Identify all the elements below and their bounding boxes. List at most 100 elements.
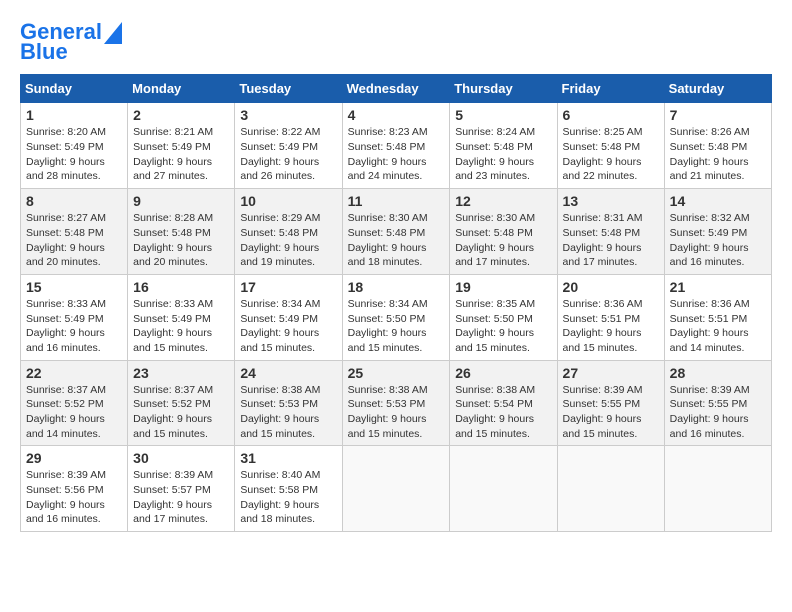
calendar-cell: 28 Sunrise: 8:39 AMSunset: 5:55 PMDayligh…: [664, 360, 771, 446]
day-info: Sunrise: 8:39 AMSunset: 5:55 PMDaylight:…: [670, 383, 766, 442]
calendar-cell: 18 Sunrise: 8:34 AMSunset: 5:50 PMDayligh…: [342, 274, 450, 360]
day-number: 15: [26, 279, 122, 295]
day-info: Sunrise: 8:33 AMSunset: 5:49 PMDaylight:…: [26, 297, 122, 356]
day-number: 21: [670, 279, 766, 295]
calendar-cell: 2 Sunrise: 8:21 AMSunset: 5:49 PMDaylight…: [128, 103, 235, 189]
calendar-cell: 26 Sunrise: 8:38 AMSunset: 5:54 PMDayligh…: [450, 360, 557, 446]
day-number: 6: [563, 107, 659, 123]
day-info: Sunrise: 8:25 AMSunset: 5:48 PMDaylight:…: [563, 125, 659, 184]
day-number: 13: [563, 193, 659, 209]
calendar-cell: 23 Sunrise: 8:37 AMSunset: 5:52 PMDayligh…: [128, 360, 235, 446]
day-info: Sunrise: 8:24 AMSunset: 5:48 PMDaylight:…: [455, 125, 551, 184]
dow-header: Thursday: [450, 75, 557, 103]
dow-header: Monday: [128, 75, 235, 103]
day-info: Sunrise: 8:40 AMSunset: 5:58 PMDaylight:…: [240, 468, 336, 527]
day-info: Sunrise: 8:34 AMSunset: 5:49 PMDaylight:…: [240, 297, 336, 356]
day-number: 25: [348, 365, 445, 381]
calendar-cell: 11 Sunrise: 8:30 AMSunset: 5:48 PMDayligh…: [342, 189, 450, 275]
day-number: 31: [240, 450, 336, 466]
day-info: Sunrise: 8:22 AMSunset: 5:49 PMDaylight:…: [240, 125, 336, 184]
day-info: Sunrise: 8:39 AMSunset: 5:55 PMDaylight:…: [563, 383, 659, 442]
day-info: Sunrise: 8:36 AMSunset: 5:51 PMDaylight:…: [563, 297, 659, 356]
dow-header: Friday: [557, 75, 664, 103]
dow-header: Sunday: [21, 75, 128, 103]
day-info: Sunrise: 8:38 AMSunset: 5:53 PMDaylight:…: [240, 383, 336, 442]
calendar-cell: 9 Sunrise: 8:28 AMSunset: 5:48 PMDaylight…: [128, 189, 235, 275]
day-number: 9: [133, 193, 229, 209]
dow-header: Wednesday: [342, 75, 450, 103]
day-info: Sunrise: 8:33 AMSunset: 5:49 PMDaylight:…: [133, 297, 229, 356]
logo: General Blue: [20, 20, 122, 64]
day-info: Sunrise: 8:38 AMSunset: 5:54 PMDaylight:…: [455, 383, 551, 442]
calendar-cell: 14 Sunrise: 8:32 AMSunset: 5:49 PMDayligh…: [664, 189, 771, 275]
calendar-cell: 15 Sunrise: 8:33 AMSunset: 5:49 PMDayligh…: [21, 274, 128, 360]
day-info: Sunrise: 8:20 AMSunset: 5:49 PMDaylight:…: [26, 125, 122, 184]
calendar-cell: 5 Sunrise: 8:24 AMSunset: 5:48 PMDaylight…: [450, 103, 557, 189]
day-info: Sunrise: 8:34 AMSunset: 5:50 PMDaylight:…: [348, 297, 445, 356]
calendar-cell: 7 Sunrise: 8:26 AMSunset: 5:48 PMDaylight…: [664, 103, 771, 189]
day-number: 7: [670, 107, 766, 123]
calendar-cell: 30 Sunrise: 8:39 AMSunset: 5:57 PMDayligh…: [128, 446, 235, 532]
day-number: 11: [348, 193, 445, 209]
calendar-cell: 13 Sunrise: 8:31 AMSunset: 5:48 PMDayligh…: [557, 189, 664, 275]
calendar-cell: 19 Sunrise: 8:35 AMSunset: 5:50 PMDayligh…: [450, 274, 557, 360]
day-number: 19: [455, 279, 551, 295]
day-number: 24: [240, 365, 336, 381]
day-info: Sunrise: 8:30 AMSunset: 5:48 PMDaylight:…: [455, 211, 551, 270]
day-number: 28: [670, 365, 766, 381]
logo-blue-text: Blue: [20, 40, 68, 64]
day-number: 4: [348, 107, 445, 123]
day-number: 17: [240, 279, 336, 295]
day-info: Sunrise: 8:39 AMSunset: 5:57 PMDaylight:…: [133, 468, 229, 527]
day-number: 23: [133, 365, 229, 381]
day-number: 12: [455, 193, 551, 209]
calendar-cell: 16 Sunrise: 8:33 AMSunset: 5:49 PMDayligh…: [128, 274, 235, 360]
calendar-cell: 4 Sunrise: 8:23 AMSunset: 5:48 PMDaylight…: [342, 103, 450, 189]
calendar-cell: 10 Sunrise: 8:29 AMSunset: 5:48 PMDayligh…: [235, 189, 342, 275]
calendar-cell: 24 Sunrise: 8:38 AMSunset: 5:53 PMDayligh…: [235, 360, 342, 446]
calendar-cell: [557, 446, 664, 532]
dow-header: Saturday: [664, 75, 771, 103]
day-info: Sunrise: 8:39 AMSunset: 5:56 PMDaylight:…: [26, 468, 122, 527]
day-info: Sunrise: 8:21 AMSunset: 5:49 PMDaylight:…: [133, 125, 229, 184]
day-number: 3: [240, 107, 336, 123]
calendar-cell: 31 Sunrise: 8:40 AMSunset: 5:58 PMDayligh…: [235, 446, 342, 532]
day-number: 8: [26, 193, 122, 209]
day-number: 26: [455, 365, 551, 381]
calendar-cell: 21Sunrise: 8:36 AMSunset: 5:51 PMDayligh…: [664, 274, 771, 360]
day-number: 18: [348, 279, 445, 295]
calendar-cell: 12 Sunrise: 8:30 AMSunset: 5:48 PMDayligh…: [450, 189, 557, 275]
day-number: 14: [670, 193, 766, 209]
day-info: Sunrise: 8:35 AMSunset: 5:50 PMDaylight:…: [455, 297, 551, 356]
day-number: 29: [26, 450, 122, 466]
day-number: 2: [133, 107, 229, 123]
day-number: 16: [133, 279, 229, 295]
day-number: 1: [26, 107, 122, 123]
day-info: Sunrise: 8:38 AMSunset: 5:53 PMDaylight:…: [348, 383, 445, 442]
day-number: 5: [455, 107, 551, 123]
calendar-cell: [342, 446, 450, 532]
day-number: 30: [133, 450, 229, 466]
calendar-cell: 20 Sunrise: 8:36 AMSunset: 5:51 PMDayligh…: [557, 274, 664, 360]
day-info: Sunrise: 8:29 AMSunset: 5:48 PMDaylight:…: [240, 211, 336, 270]
calendar-cell: 22Sunrise: 8:37 AMSunset: 5:52 PMDayligh…: [21, 360, 128, 446]
page-header: General Blue: [20, 20, 772, 64]
day-info: Sunrise: 8:37 AMSunset: 5:52 PMDaylight:…: [26, 383, 122, 442]
day-info: Sunrise: 8:30 AMSunset: 5:48 PMDaylight:…: [348, 211, 445, 270]
day-info: Sunrise: 8:28 AMSunset: 5:48 PMDaylight:…: [133, 211, 229, 270]
logo-triangle-icon: [104, 22, 122, 44]
calendar-cell: 8 Sunrise: 8:27 AMSunset: 5:48 PMDaylight…: [21, 189, 128, 275]
calendar-cell: 17 Sunrise: 8:34 AMSunset: 5:49 PMDayligh…: [235, 274, 342, 360]
dow-header: Tuesday: [235, 75, 342, 103]
day-number: 10: [240, 193, 336, 209]
day-info: Sunrise: 8:23 AMSunset: 5:48 PMDaylight:…: [348, 125, 445, 184]
day-info: Sunrise: 8:26 AMSunset: 5:48 PMDaylight:…: [670, 125, 766, 184]
day-info: Sunrise: 8:32 AMSunset: 5:49 PMDaylight:…: [670, 211, 766, 270]
day-info: Sunrise: 8:27 AMSunset: 5:48 PMDaylight:…: [26, 211, 122, 270]
calendar-table: SundayMondayTuesdayWednesdayThursdayFrid…: [20, 74, 772, 532]
day-info: Sunrise: 8:31 AMSunset: 5:48 PMDaylight:…: [563, 211, 659, 270]
calendar-cell: 1 Sunrise: 8:20 AMSunset: 5:49 PMDaylight…: [21, 103, 128, 189]
calendar-cell: 25 Sunrise: 8:38 AMSunset: 5:53 PMDayligh…: [342, 360, 450, 446]
day-number: 20: [563, 279, 659, 295]
day-info: Sunrise: 8:37 AMSunset: 5:52 PMDaylight:…: [133, 383, 229, 442]
